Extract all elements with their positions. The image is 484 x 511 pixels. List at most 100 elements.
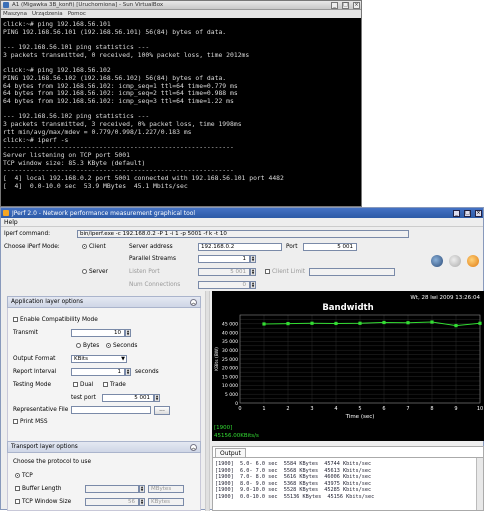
iperf-command-field[interactable]: bin/iperf.exe -c 192.168.0.2 -P 1 -i 1 -…: [77, 230, 409, 238]
y-tick-label: 25 000: [222, 357, 238, 363]
parallel-streams-input[interactable]: 1: [198, 255, 250, 263]
application-layer-header[interactable]: Application layer options ︽: [7, 296, 201, 308]
chart-date: Wt, 28 lwi 2009 13:26:04: [410, 295, 480, 301]
jperf-title: JPerf 2.0 - Network performance measurem…: [12, 209, 196, 217]
transport-layer-header[interactable]: Transport layer options ︽: [7, 441, 201, 453]
y-axis-label: KBits (BW): [214, 347, 220, 371]
rep-file-input[interactable]: [71, 406, 151, 414]
report-interval-label: Report Interval: [13, 369, 57, 375]
output-tab[interactable]: Output: [215, 448, 246, 457]
port-label: Port: [286, 244, 298, 250]
iperf-command-label: Iperf command:: [4, 231, 51, 237]
parallel-streams-label: Parallel Streams: [129, 256, 176, 262]
tcp-radio[interactable]: TCP: [15, 473, 33, 479]
output-scrollbar[interactable]: [476, 458, 483, 510]
buffer-unit-select[interactable]: MBytes: [148, 485, 184, 493]
virtualbox-title: A1 (Migawka 3B_konfi) [Uruchomiona] - Su…: [12, 2, 164, 8]
reset-options-icon[interactable]: [467, 255, 479, 267]
buffer-length-checkbox[interactable]: Buffer Length: [15, 486, 61, 492]
client-radio[interactable]: Client: [82, 244, 106, 250]
y-tick-label: 15 000: [222, 374, 238, 380]
menu-help[interactable]: Help: [4, 219, 18, 226]
tcp-window-input[interactable]: 56: [85, 498, 139, 506]
parallel-streams-spinner[interactable]: ▲ ▼: [250, 255, 256, 263]
testing-mode-label: Testing Mode: [13, 382, 52, 388]
report-interval-spinner[interactable]: ▲ ▼: [125, 368, 131, 376]
report-interval-unit: seconds: [135, 369, 159, 375]
run-iperf-icon[interactable]: [431, 255, 443, 267]
listen-port-label: Listen Port: [129, 269, 160, 275]
x-tick-label: 1: [262, 406, 265, 412]
client-radio-label: Client: [89, 244, 106, 250]
dual-checkbox[interactable]: Dual: [73, 382, 93, 388]
transport-layer-title: Transport layer options: [11, 444, 78, 450]
output-panel: Output [1900] 5.0- 6.0 sec 5584 KBytes 4…: [212, 446, 484, 511]
compat-mode-checkbox[interactable]: Enable Compatibility Mode: [13, 317, 98, 323]
protocol-label: Choose the protocol to use: [13, 459, 92, 465]
bytes-radio[interactable]: Bytes: [76, 343, 99, 349]
num-connections-input[interactable]: 0: [198, 281, 250, 289]
tcp-window-checkbox[interactable]: TCP Window Size: [15, 499, 71, 505]
buffer-length-check-icon: [15, 486, 20, 491]
tcp-window-unit-select[interactable]: KBytes: [148, 498, 184, 506]
jperf-close-button[interactable]: ×: [475, 209, 482, 217]
menu-pomoc[interactable]: Pomoc: [68, 11, 86, 17]
print-mss-checkbox[interactable]: Print MSS: [13, 419, 48, 425]
bandwidth-point: [454, 324, 458, 328]
port-input[interactable]: 5 001: [303, 243, 357, 251]
minimize-button[interactable]: _: [331, 1, 338, 9]
client-limit-label: Client Limit: [272, 269, 305, 275]
server-address-input[interactable]: 192.168.0.2: [198, 243, 282, 251]
buffer-length-input[interactable]: [85, 485, 139, 493]
menu-urzadzenia[interactable]: Urządzenia: [32, 11, 63, 17]
client-limit-checkbox[interactable]: Client Limit: [265, 269, 305, 275]
bandwidth-chart: Wt, 28 lwi 2009 13:26:04 Bandwidth 0 5 000 1…: [214, 295, 483, 439]
report-interval-input[interactable]: 1: [71, 368, 125, 376]
y-tick-label: 30 000: [222, 348, 238, 354]
listen-port-spinner[interactable]: ▲ ▼: [250, 268, 256, 276]
transmit-input[interactable]: 10: [71, 329, 125, 337]
collapse-icon[interactable]: ︽: [190, 298, 197, 306]
test-port-label: test port: [71, 395, 96, 401]
close-button[interactable]: ×: [353, 1, 360, 9]
stop-iperf-icon[interactable]: [449, 255, 461, 267]
terminal-output[interactable]: click:~# ping 192.168.56.101 PING 192.16…: [1, 18, 361, 208]
collapse-icon[interactable]: ︽: [190, 443, 197, 451]
maximize-button[interactable]: □: [342, 1, 349, 9]
bandwidth-point: [286, 322, 290, 326]
output-format-value: KBits: [74, 356, 88, 362]
menu-maszyna[interactable]: Maszyna: [3, 11, 27, 17]
seconds-radio-label: Seconds: [113, 343, 138, 349]
y-tick-label: 40 000: [222, 330, 238, 336]
buffer-length-spinner[interactable]: ▲ ▼: [139, 485, 145, 493]
test-port-spinner[interactable]: ▲ ▼: [154, 394, 160, 402]
num-connections-spinner[interactable]: ▲ ▼: [250, 281, 256, 289]
x-tick-label: 10: [477, 406, 483, 412]
bytes-radio-label: Bytes: [83, 343, 100, 349]
output-format-select[interactable]: KBits ▼: [71, 355, 127, 363]
trade-checkbox[interactable]: Trade: [103, 382, 126, 388]
output-text[interactable]: [1900] 5.0- 6.0 sec 5584 KBytes 45744 Kb…: [215, 461, 475, 501]
jperf-minimize-button[interactable]: _: [453, 209, 460, 217]
tcp-window-spinner[interactable]: ▲ ▼: [139, 498, 145, 506]
client-radio-icon: [82, 244, 87, 249]
test-port-input[interactable]: 5 001: [102, 394, 154, 402]
x-tick-label: 6: [382, 406, 385, 412]
panel-splitter[interactable]: [205, 291, 210, 511]
mode-label: Choose iPerf Mode:: [4, 244, 60, 250]
compat-mode-check-icon: [13, 317, 18, 322]
jperf-maximize-button[interactable]: □: [464, 209, 471, 217]
seconds-radio[interactable]: Seconds: [106, 343, 137, 349]
listen-port-input[interactable]: 5 001: [198, 268, 250, 276]
application-layer-title: Application layer options: [11, 299, 83, 305]
client-limit-input[interactable]: [309, 268, 395, 276]
bytes-radio-icon: [76, 343, 81, 348]
browse-button[interactable]: ...: [154, 406, 170, 415]
print-mss-label: Print MSS: [20, 419, 48, 425]
virtualbox-icon: [3, 2, 9, 8]
server-radio[interactable]: Server: [82, 269, 108, 275]
tcp-window-check-icon: [15, 499, 20, 504]
bandwidth-point: [406, 321, 410, 325]
virtualbox-titlebar: A1 (Migawka 3B_konfi) [Uruchomiona] - Su…: [1, 1, 361, 10]
transmit-spinner[interactable]: ▲ ▼: [125, 329, 131, 337]
